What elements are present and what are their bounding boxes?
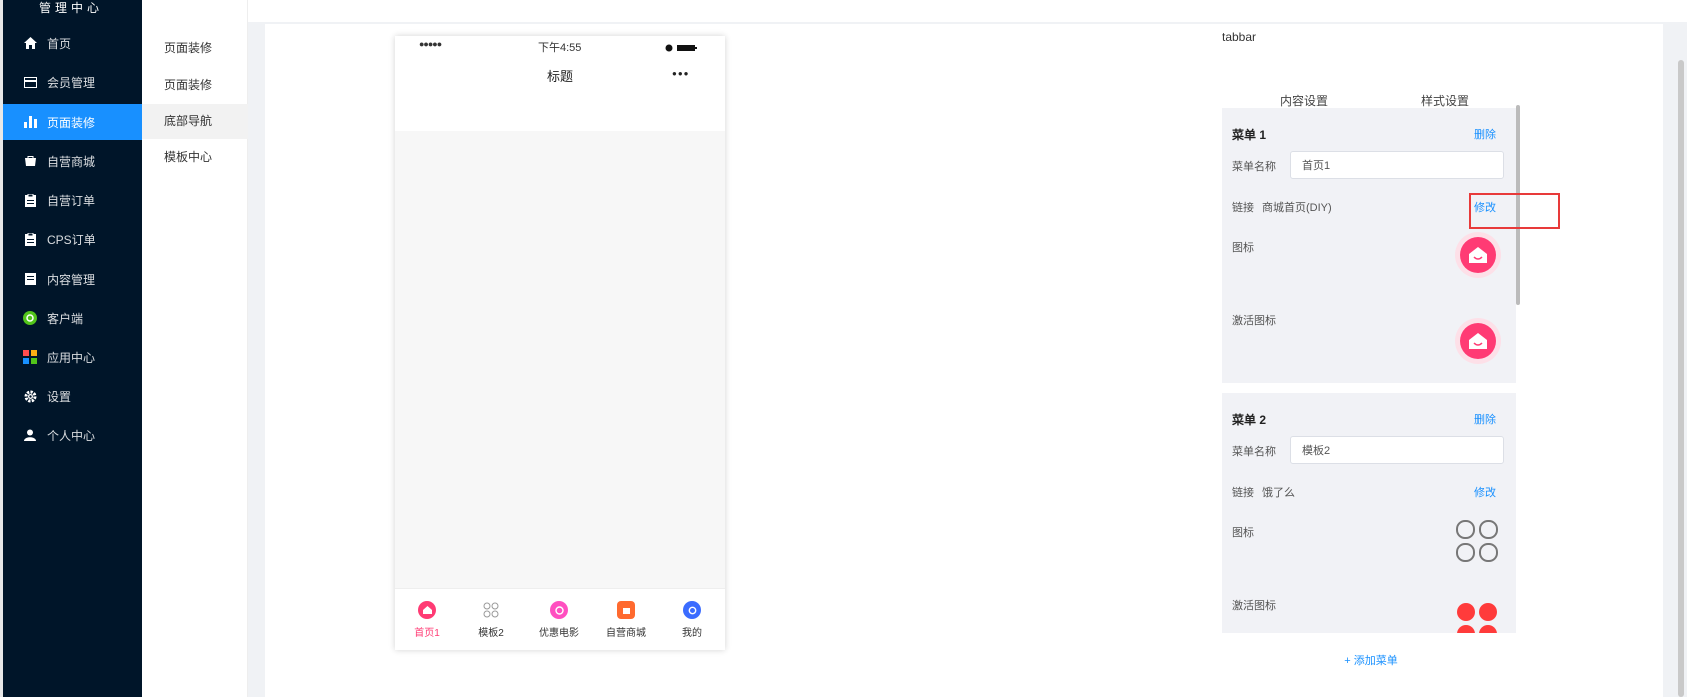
clipboard-icon	[23, 193, 37, 207]
more-icon[interactable]: ●●●	[672, 69, 690, 78]
subnav-item-bottom-nav[interactable]: 底部导航	[142, 104, 248, 139]
link-value: 饿了么	[1262, 487, 1295, 499]
active-icon-picker[interactable]	[1455, 318, 1501, 364]
home-icon	[1460, 237, 1496, 273]
bar-chart-icon	[23, 115, 37, 129]
shop-icon	[23, 154, 37, 168]
subnav-item-page-decoration[interactable]: 页面装修	[142, 31, 248, 66]
grid-icon[interactable]	[1455, 519, 1499, 568]
menu-name-input[interactable]	[1290, 151, 1504, 179]
phone-tab-mine[interactable]: 我的	[662, 601, 722, 639]
phone-time: 下午4:55	[538, 42, 582, 54]
menu-card-1: 菜单 1 删除 菜单名称 链接 商城首页(DIY) 修改 图标 激活图标	[1222, 108, 1516, 383]
settings-panel: tabbar 内容设置 样式设置 菜单 1 删除 菜单名称 链接 商城首页(DI…	[1208, 24, 1532, 697]
sidebar-item-client[interactable]: 客户端	[3, 300, 142, 336]
sidebar-item-members[interactable]: 会员管理	[3, 64, 142, 100]
phone-navbar: 标题 ●●●	[395, 56, 725, 131]
home-icon	[418, 601, 436, 619]
subnav-item-templates[interactable]: 模板中心	[142, 140, 248, 175]
highlight-box	[1469, 193, 1560, 229]
sidebar-item-label: 页面装修	[47, 115, 96, 130]
phone-tab-mall[interactable]: 自营商城	[596, 601, 656, 639]
battery-icon	[665, 41, 697, 55]
panel-heading: tabbar	[1222, 30, 1257, 44]
sidebar-item-self-orders[interactable]: 自营订单	[3, 182, 142, 218]
mini-program-icon	[23, 311, 37, 325]
phone-status-bar: ●●●●● 下午4:55	[395, 36, 725, 56]
icon-label: 图标	[1232, 527, 1254, 539]
clipboard-icon	[23, 232, 37, 246]
icon-label: 图标	[1232, 242, 1254, 254]
phone-preview: ●●●●● 下午4:55 标题 ●●● 首页1 模板2 优惠电影 自营商城 我的	[395, 36, 725, 650]
user-icon	[683, 601, 701, 619]
sidebar-item-label: CPS订单	[47, 232, 96, 247]
tab-label: 首页1	[414, 628, 440, 639]
menu-card-2: 菜单 2 删除 菜单名称 链接 饿了么 修改 图标 激活图标	[1222, 393, 1516, 633]
sidebar-item-label: 自营订单	[47, 193, 96, 208]
document-icon	[23, 272, 37, 286]
sidebar-item-content[interactable]: 内容管理	[3, 261, 142, 297]
add-menu-button[interactable]: + 添加菜单	[1223, 645, 1519, 677]
page-scrollbar[interactable]	[1678, 60, 1684, 697]
tab-content-settings[interactable]: 内容设置	[1280, 92, 1328, 109]
card-icon	[23, 75, 37, 89]
home-icon	[23, 36, 37, 50]
tab-style-settings[interactable]: 样式设置	[1421, 92, 1469, 109]
active-icon-label: 激活图标	[1232, 315, 1276, 327]
tab-label: 自营商城	[606, 628, 646, 639]
sidebar-item-label: 首页	[47, 36, 72, 51]
movie-icon	[550, 601, 568, 619]
sidebar-item-label: 设置	[47, 389, 72, 404]
sidebar-item-self-mall[interactable]: 自营商城	[3, 143, 142, 179]
sidebar-item-settings[interactable]: 设置	[3, 378, 142, 414]
phone-tab-template[interactable]: 模板2	[461, 601, 521, 639]
edit-link-button[interactable]: 修改	[1474, 484, 1496, 500]
tab-label: 优惠电影	[539, 628, 579, 639]
tab-label: 模板2	[478, 628, 504, 639]
menu-title: 菜单 2	[1232, 413, 1267, 427]
sidebar-item-cps-orders[interactable]: CPS订单	[3, 221, 142, 257]
shop-icon	[617, 601, 635, 619]
sidebar-item-app-center[interactable]: 应用中心	[3, 339, 142, 375]
menu-name-label: 菜单名称	[1232, 446, 1276, 458]
sidebar-item-label: 会员管理	[47, 75, 96, 90]
sidebar-item-label: 自营商城	[47, 154, 96, 169]
sub-navigation: 页面装修 页面装修 底部导航 模板中心	[142, 0, 248, 697]
sidebar-item-home[interactable]: 首页	[3, 25, 142, 61]
sidebar-item-label: 应用中心	[47, 350, 96, 365]
phone-tab-movie[interactable]: 优惠电影	[529, 601, 589, 639]
link-value: 商城首页(DIY)	[1262, 202, 1332, 214]
subnav-item-page-decoration-2[interactable]: 页面装修	[142, 68, 248, 103]
menu-name-label: 菜单名称	[1232, 161, 1276, 173]
signal-indicator: ●●●●●	[419, 39, 442, 49]
brand-title: 管理中心	[38, 1, 103, 15]
delete-button[interactable]: 删除	[1474, 411, 1496, 427]
grid-icon	[482, 601, 500, 619]
gear-icon	[23, 389, 37, 403]
sidebar-item-page-decoration[interactable]: 页面装修	[3, 104, 142, 140]
home-icon	[1460, 323, 1496, 359]
grid-active-icon[interactable]	[1455, 601, 1499, 633]
user-icon	[23, 428, 37, 442]
apps-icon	[23, 350, 37, 364]
menu-title: 菜单 1	[1232, 128, 1267, 142]
phone-tab-home[interactable]: 首页1	[397, 601, 457, 639]
icon-picker[interactable]	[1455, 232, 1501, 278]
link-label: 链接	[1232, 202, 1254, 214]
sidebar-item-profile[interactable]: 个人中心	[3, 417, 142, 453]
link-label: 链接	[1232, 487, 1254, 499]
sidebar: 管理中心 首页 会员管理 页面装修 自营商城 自营订单 CPS订单 内容管理 客…	[0, 0, 142, 697]
top-bar	[248, 0, 1687, 22]
delete-button[interactable]: 删除	[1474, 126, 1496, 142]
phone-tabbar: 首页1 模板2 优惠电影 自营商城 我的	[395, 588, 725, 650]
active-icon-label: 激活图标	[1232, 600, 1276, 612]
tab-label: 我的	[682, 628, 702, 639]
sidebar-item-label: 客户端	[47, 311, 84, 326]
sidebar-item-label: 内容管理	[47, 272, 96, 287]
menu-name-input[interactable]	[1290, 436, 1504, 464]
sidebar-item-label: 个人中心	[47, 428, 96, 443]
